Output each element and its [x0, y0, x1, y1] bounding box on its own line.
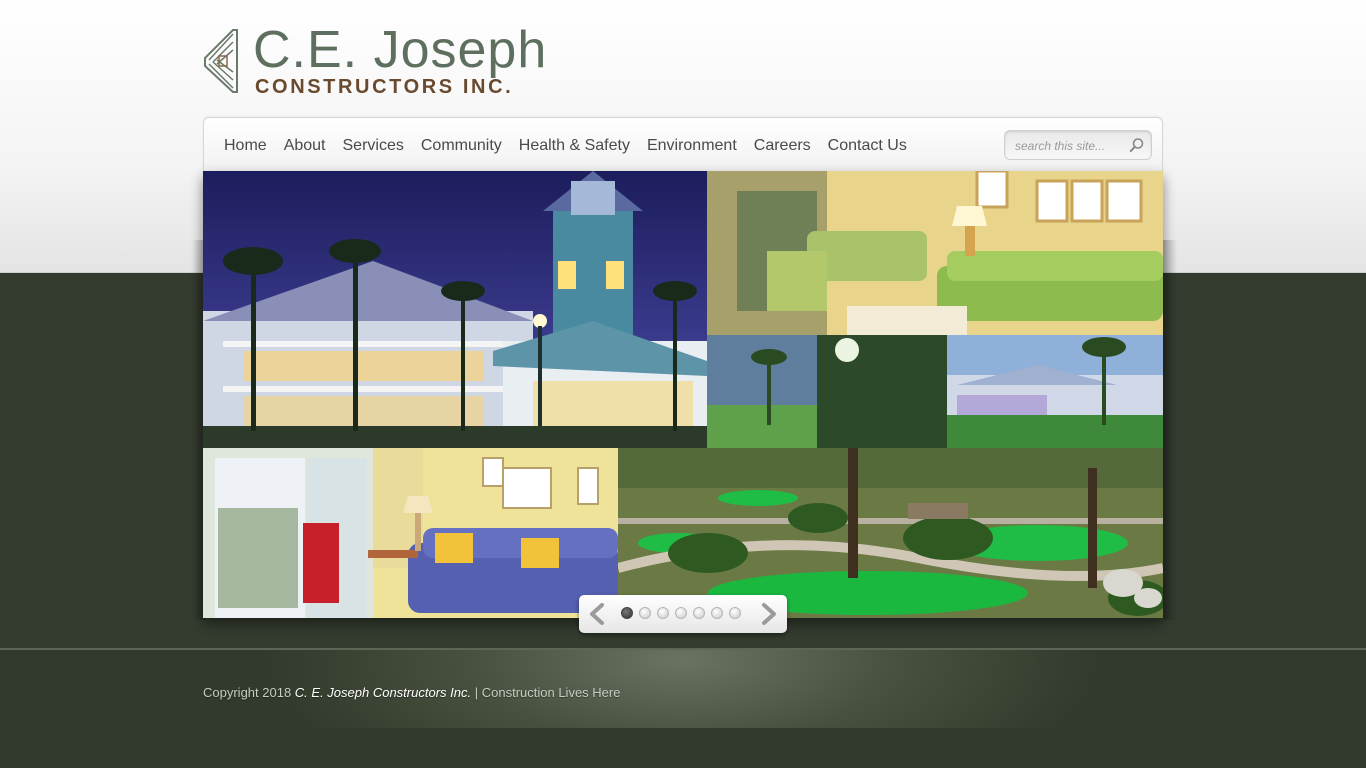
copyright-prefix: Copyright 2018 — [203, 685, 292, 700]
slider-dot-6[interactable] — [711, 607, 723, 619]
slider-dot-5[interactable] — [693, 607, 705, 619]
nav-item-health-safety[interactable]: Health & Safety — [519, 137, 630, 155]
nav-item-contact-us[interactable]: Contact Us — [828, 137, 907, 155]
slider-shadow-right — [1163, 240, 1177, 620]
slider-controls — [579, 595, 787, 633]
slider-dot-7[interactable] — [729, 607, 741, 619]
slide-photo-resort-night — [203, 171, 707, 448]
footer-copyright: Copyright 2018 C. E. Joseph Constructors… — [203, 685, 620, 700]
logo-mark-icon — [204, 29, 238, 93]
slider-dot-4[interactable] — [675, 607, 687, 619]
footer-tagline: Construction Lives Here — [481, 685, 621, 700]
nav-item-home[interactable]: Home — [224, 137, 267, 155]
nav-item-about[interactable]: About — [284, 137, 326, 155]
nav-item-careers[interactable]: Careers — [754, 137, 811, 155]
slider-dot-2[interactable] — [639, 607, 651, 619]
slider-pagination — [621, 607, 747, 619]
logo-title: C.E. Joseph — [253, 21, 548, 79]
slide-photo-mini-golf — [618, 448, 1163, 618]
image-slider[interactable] — [203, 171, 1163, 618]
nav-item-services[interactable]: Services — [343, 137, 404, 155]
magnifier-icon[interactable] — [1129, 137, 1145, 153]
page-bottom-band — [0, 728, 1366, 768]
search-input[interactable] — [1013, 135, 1125, 157]
footer-separator: | — [474, 685, 479, 700]
slide-photo-living-room — [707, 171, 1163, 335]
chevron-right-icon[interactable] — [759, 603, 779, 625]
site-logo[interactable]: C.E. Joseph CONSTRUCTORS INC. — [203, 21, 563, 98]
slider-dot-1[interactable] — [621, 607, 633, 619]
slide-photo-suite-room — [203, 448, 618, 618]
chevron-left-icon[interactable] — [587, 603, 607, 625]
main-menu: Home About Services Community Health & S… — [224, 137, 924, 155]
search-box — [1004, 130, 1152, 160]
nav-item-community[interactable]: Community — [421, 137, 502, 155]
logo-subtitle: CONSTRUCTORS INC. — [255, 76, 514, 98]
slider-dot-3[interactable] — [657, 607, 669, 619]
navigation-bar: Home About Services Community Health & S… — [203, 117, 1163, 172]
slide-photo-pool-area — [707, 335, 1163, 448]
footer-company-link[interactable]: C. E. Joseph Constructors Inc. — [295, 685, 471, 700]
nav-item-environment[interactable]: Environment — [647, 137, 737, 155]
